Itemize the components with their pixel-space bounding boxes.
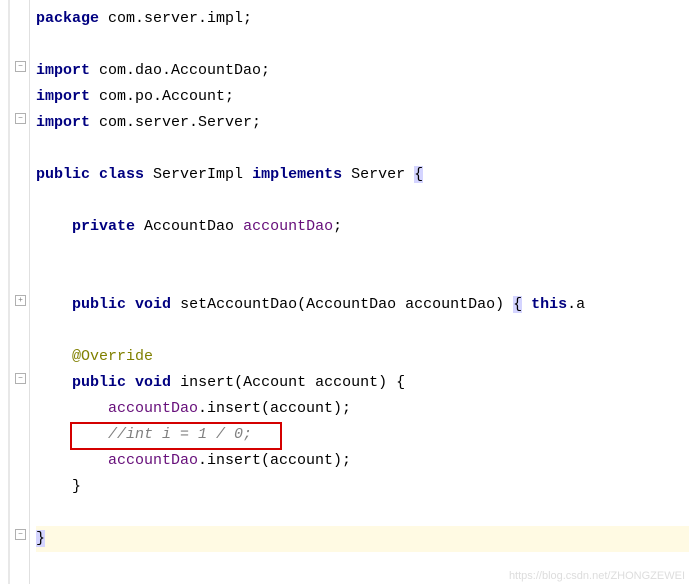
- keyword: public: [72, 296, 126, 313]
- text: com.dao.AccountDao;: [90, 62, 270, 79]
- code-line: [36, 136, 689, 162]
- code-line: [36, 188, 689, 214]
- text: .insert(account);: [198, 400, 351, 417]
- text: .a: [567, 296, 585, 313]
- field-name: accountDao: [108, 400, 198, 417]
- current-line: }: [36, 526, 689, 552]
- code-line: [36, 266, 689, 292]
- field-name: accountDao: [108, 452, 198, 469]
- code-line: [36, 500, 689, 526]
- fold-icon[interactable]: −: [15, 61, 26, 72]
- text: com.server.Server;: [90, 114, 261, 131]
- code-area[interactable]: package com.server.impl; import com.dao.…: [30, 0, 689, 584]
- comment: //int i = 1 / 0;: [108, 426, 252, 443]
- code-editor: − − + − − package com.server.impl; impor…: [0, 0, 689, 584]
- text: }: [72, 478, 81, 495]
- keyword: implements: [252, 166, 342, 183]
- keyword: import: [36, 114, 90, 131]
- code-line: public void insert(Account account) {: [36, 370, 689, 396]
- brace-highlight: {: [513, 296, 522, 313]
- code-line: public void setAccountDao(AccountDao acc…: [36, 292, 689, 318]
- keyword: class: [99, 166, 144, 183]
- keyword: void: [135, 374, 171, 391]
- keyword: this: [531, 296, 567, 313]
- brace-highlight: {: [414, 166, 423, 183]
- text: setAccountDao(AccountDao accountDao): [171, 296, 513, 313]
- code-line: }: [36, 474, 689, 500]
- text: {: [396, 374, 405, 391]
- annotation: @Override: [72, 348, 153, 365]
- fold-icon[interactable]: −: [15, 373, 26, 384]
- code-line: //int i = 1 / 0;: [36, 422, 689, 448]
- text: ;: [333, 218, 342, 235]
- keyword: import: [36, 62, 90, 79]
- text: AccountDao: [135, 218, 243, 235]
- gutter-line: [8, 0, 10, 584]
- keyword: import: [36, 88, 90, 105]
- text: insert(Account account): [171, 374, 396, 391]
- code-line: private AccountDao accountDao;: [36, 214, 689, 240]
- code-line: import com.server.Server;: [36, 110, 689, 136]
- text: com.po.Account;: [90, 88, 234, 105]
- fold-icon[interactable]: −: [15, 529, 26, 540]
- keyword: public: [72, 374, 126, 391]
- keyword: void: [135, 296, 171, 313]
- code-line: @Override: [36, 344, 689, 370]
- code-line: package com.server.impl;: [36, 6, 689, 32]
- code-line: [36, 318, 689, 344]
- field-name: accountDao: [243, 218, 333, 235]
- text: com.server.impl;: [99, 10, 252, 27]
- keyword: package: [36, 10, 99, 27]
- fold-icon[interactable]: +: [15, 295, 26, 306]
- code-line: [36, 32, 689, 58]
- code-line: public class ServerImpl implements Serve…: [36, 162, 689, 188]
- gutter: − − + − −: [0, 0, 30, 584]
- text: ServerImpl: [144, 166, 252, 183]
- text: Server: [342, 166, 414, 183]
- fold-icon[interactable]: −: [15, 113, 26, 124]
- text: .insert(account);: [198, 452, 351, 469]
- code-line: [36, 240, 689, 266]
- code-line: accountDao.insert(account);: [36, 448, 689, 474]
- keyword: public: [36, 166, 90, 183]
- code-line: import com.dao.AccountDao;: [36, 58, 689, 84]
- code-line: import com.po.Account;: [36, 84, 689, 110]
- watermark: https://blog.csdn.net/ZHONGZEWEI: [509, 570, 685, 582]
- code-line: accountDao.insert(account);: [36, 396, 689, 422]
- brace-highlight: }: [36, 530, 45, 547]
- keyword: private: [72, 218, 135, 235]
